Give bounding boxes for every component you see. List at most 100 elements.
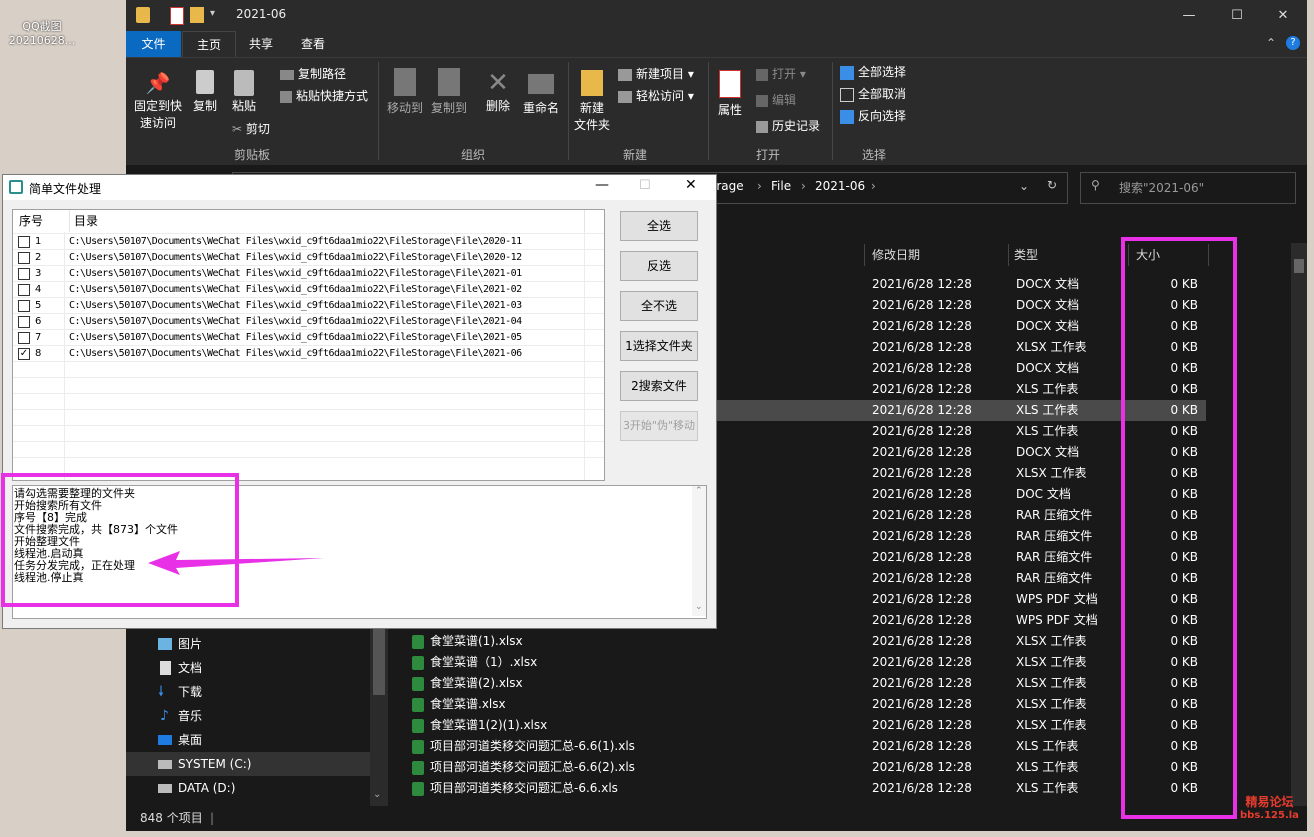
folder-checkbox[interactable] [18, 268, 30, 280]
history-button[interactable]: 历史记录 [756, 116, 820, 136]
new-folder-button[interactable]: 新建 文件夹 [572, 68, 612, 134]
folder-row[interactable]: 3 C:\Users\50107\Documents\WeChat Files\w… [13, 266, 604, 282]
folder-checkbox[interactable]: ✓ [18, 348, 30, 360]
nav-item-drive-d[interactable]: DATA (D:) [126, 776, 370, 800]
nav-item-music[interactable]: ♪ 音乐 [126, 704, 370, 728]
collapse-ribbon-icon[interactable]: ⌃ [1266, 36, 1276, 50]
start-pseudo-move-button[interactable]: 3开始"伪"移动 [620, 411, 698, 441]
folder-row[interactable]: 6 C:\Users\50107\Documents\WeChat Files\w… [13, 314, 604, 330]
new-folder-icon[interactable] [190, 7, 204, 23]
size-column-highlight [1121, 237, 1237, 819]
system-drive-icon [158, 760, 172, 769]
file-row[interactable]: 项目部河道类移交问题汇总-6.6.xls 2021/6/28 12:28 XLS 工… [392, 778, 1206, 799]
nav-item-documents[interactable]: 文档 [126, 656, 370, 680]
select-all-button[interactable]: 全部选择 [840, 62, 906, 82]
download-arrow-icon: 🠗 [158, 684, 165, 700]
breadcrumb-current[interactable]: 2021-06 [815, 179, 865, 193]
copy-to-button[interactable]: 复制到 [428, 68, 470, 117]
file-list-scrollbar[interactable] [1291, 243, 1307, 806]
nav-item-desktop[interactable]: 桌面 [126, 728, 370, 752]
rename-button[interactable]: 重命名 [520, 68, 562, 117]
minimize-button[interactable]: — [1166, 0, 1212, 31]
refresh-icon[interactable]: ↻ [1047, 178, 1057, 192]
copy-button[interactable]: 复制 [188, 68, 222, 115]
file-list-scrollbar-thumb[interactable] [1294, 259, 1304, 273]
file-row[interactable]: 项目部河道类移交问题汇总-6.6(2).xls 2021/6/28 12:28 XL… [392, 757, 1206, 778]
scroll-down-icon[interactable]: ⌄ [373, 789, 381, 800]
folder-row[interactable]: ✓ 8 C:\Users\50107\Documents\WeChat Files\… [13, 346, 604, 362]
close-button[interactable]: ✕ [1260, 0, 1306, 31]
list-header-index[interactable]: 序号 [13, 210, 70, 232]
open-button[interactable]: 打开 ▾ [756, 64, 806, 84]
dialog-maximize-button[interactable]: ☐ [639, 178, 651, 193]
address-dropdown-icon[interactable]: ⌄ [1019, 179, 1029, 193]
file-row[interactable]: 食堂菜谱（1）.xlsx 2021/6/28 12:28 XLSX 工作表 0 KB [392, 652, 1206, 673]
delete-button[interactable]: ✕ 删除 [480, 68, 516, 115]
log-scrollbar[interactable]: ⌃ ⌄ [692, 486, 706, 616]
tab-home[interactable]: 主页 [182, 31, 236, 58]
tab-file[interactable]: 文件 [126, 31, 181, 57]
file-row[interactable]: 项目部河道类移交问题汇总-6.6(1).xls 2021/6/28 12:28 XL… [392, 736, 1206, 757]
file-row[interactable]: 食堂菜谱1(2)(1).xlsx 2021/6/28 12:28 XLSX 工作表 0… [392, 715, 1206, 736]
nav-item-downloads[interactable]: 🠗 下载 [126, 680, 370, 704]
list-row-gridline [13, 441, 604, 442]
folder-checkbox[interactable] [18, 316, 30, 328]
easy-access-button[interactable]: 轻松访问 ▾ [618, 86, 694, 106]
folder-checkbox[interactable] [18, 236, 30, 248]
dialog-close-button[interactable]: ✕ [685, 177, 697, 193]
pin-quick-access-button[interactable]: 📌 固定到快 速访问 [132, 68, 184, 132]
folder-checkbox[interactable] [18, 300, 30, 312]
folder-checkbox[interactable] [18, 252, 30, 264]
list-header-directory[interactable]: 目录 [70, 210, 585, 232]
maximize-button[interactable]: ☐ [1214, 0, 1260, 31]
desktop-icon-qq-screenshot[interactable]: QQ截图 20210628... [2, 18, 82, 47]
folder-row[interactable]: 5 C:\Users\50107\Documents\WeChat Files\w… [13, 298, 604, 314]
scroll-up-icon[interactable]: ⌃ [695, 486, 703, 496]
folder-row[interactable]: 4 C:\Users\50107\Documents\WeChat Files\w… [13, 282, 604, 298]
deselect-all-folders-button[interactable]: 全不选 [620, 291, 698, 321]
column-divider[interactable] [1008, 244, 1009, 266]
dialog-minimize-button[interactable]: — [595, 177, 609, 193]
file-row[interactable]: 食堂菜谱(2).xlsx 2021/6/28 12:28 XLSX 工作表 0 KB [392, 673, 1206, 694]
invert-selection-folders-button[interactable]: 反选 [620, 251, 698, 281]
tab-share[interactable]: 共享 [236, 31, 286, 57]
scroll-down-icon[interactable]: ⌄ [695, 602, 703, 612]
column-divider[interactable] [864, 244, 865, 266]
column-header-type[interactable]: 类型 [1014, 244, 1038, 266]
cut-button[interactable]: ✂ 剪切 [232, 119, 270, 139]
quick-access-dropdown-icon[interactable]: ▾ [210, 8, 215, 19]
move-to-button[interactable]: 移动到 [384, 68, 426, 117]
file-row[interactable]: 食堂菜谱.xlsx 2021/6/28 12:28 XLSX 工作表 0 KB [392, 694, 1206, 715]
column-header-date[interactable]: 修改日期 [872, 244, 920, 266]
edit-button[interactable]: 编辑 [756, 90, 796, 110]
folder-row[interactable]: 1 C:\Users\50107\Documents\WeChat Files\w… [13, 234, 604, 250]
move-to-icon [394, 68, 416, 96]
breadcrumb-file[interactable]: File [771, 179, 791, 193]
folder-checkbox[interactable] [18, 284, 30, 296]
paste-button[interactable]: 粘贴 [226, 68, 262, 115]
file-row[interactable]: 食堂菜谱(1).xlsx 2021/6/28 12:28 XLSX 工作表 0 KB [392, 631, 1206, 652]
cut-icon: ✂ [232, 122, 246, 136]
invert-selection-button[interactable]: 反向选择 [840, 106, 906, 126]
help-icon[interactable]: ? [1286, 36, 1300, 50]
folder-row[interactable]: 7 C:\Users\50107\Documents\WeChat Files\w… [13, 330, 604, 346]
choose-folder-button[interactable]: 1选择文件夹 [620, 331, 698, 361]
paste-shortcut-button[interactable]: 粘贴快捷方式 [280, 86, 368, 106]
search-files-button[interactable]: 2搜索文件 [620, 371, 698, 401]
copy-path-button[interactable]: 复制路径 [280, 64, 346, 84]
new-group-label: 新建 [623, 148, 648, 162]
select-none-button[interactable]: 全部取消 [840, 84, 906, 104]
list-row-gridline [13, 313, 604, 314]
properties-icon[interactable] [170, 7, 184, 25]
nav-item-drive-c[interactable]: SYSTEM (C:) [126, 752, 370, 776]
file-date: 2021/6/28 12:28 [872, 550, 972, 564]
tab-view[interactable]: 查看 [288, 31, 338, 57]
properties-button[interactable]: 属性 [712, 68, 748, 119]
file-type: DOCX 文档 [1016, 277, 1080, 291]
new-item-button[interactable]: 新建项目 ▾ [618, 64, 694, 84]
folder-checkbox[interactable] [18, 332, 30, 344]
search-input[interactable]: ⚲ 搜索"2021-06" [1080, 172, 1296, 204]
select-all-folders-button[interactable]: 全选 [620, 211, 698, 241]
nav-item-pictures[interactable]: 图片 [126, 632, 370, 656]
folder-row[interactable]: 2 C:\Users\50107\Documents\WeChat Files\w… [13, 250, 604, 266]
